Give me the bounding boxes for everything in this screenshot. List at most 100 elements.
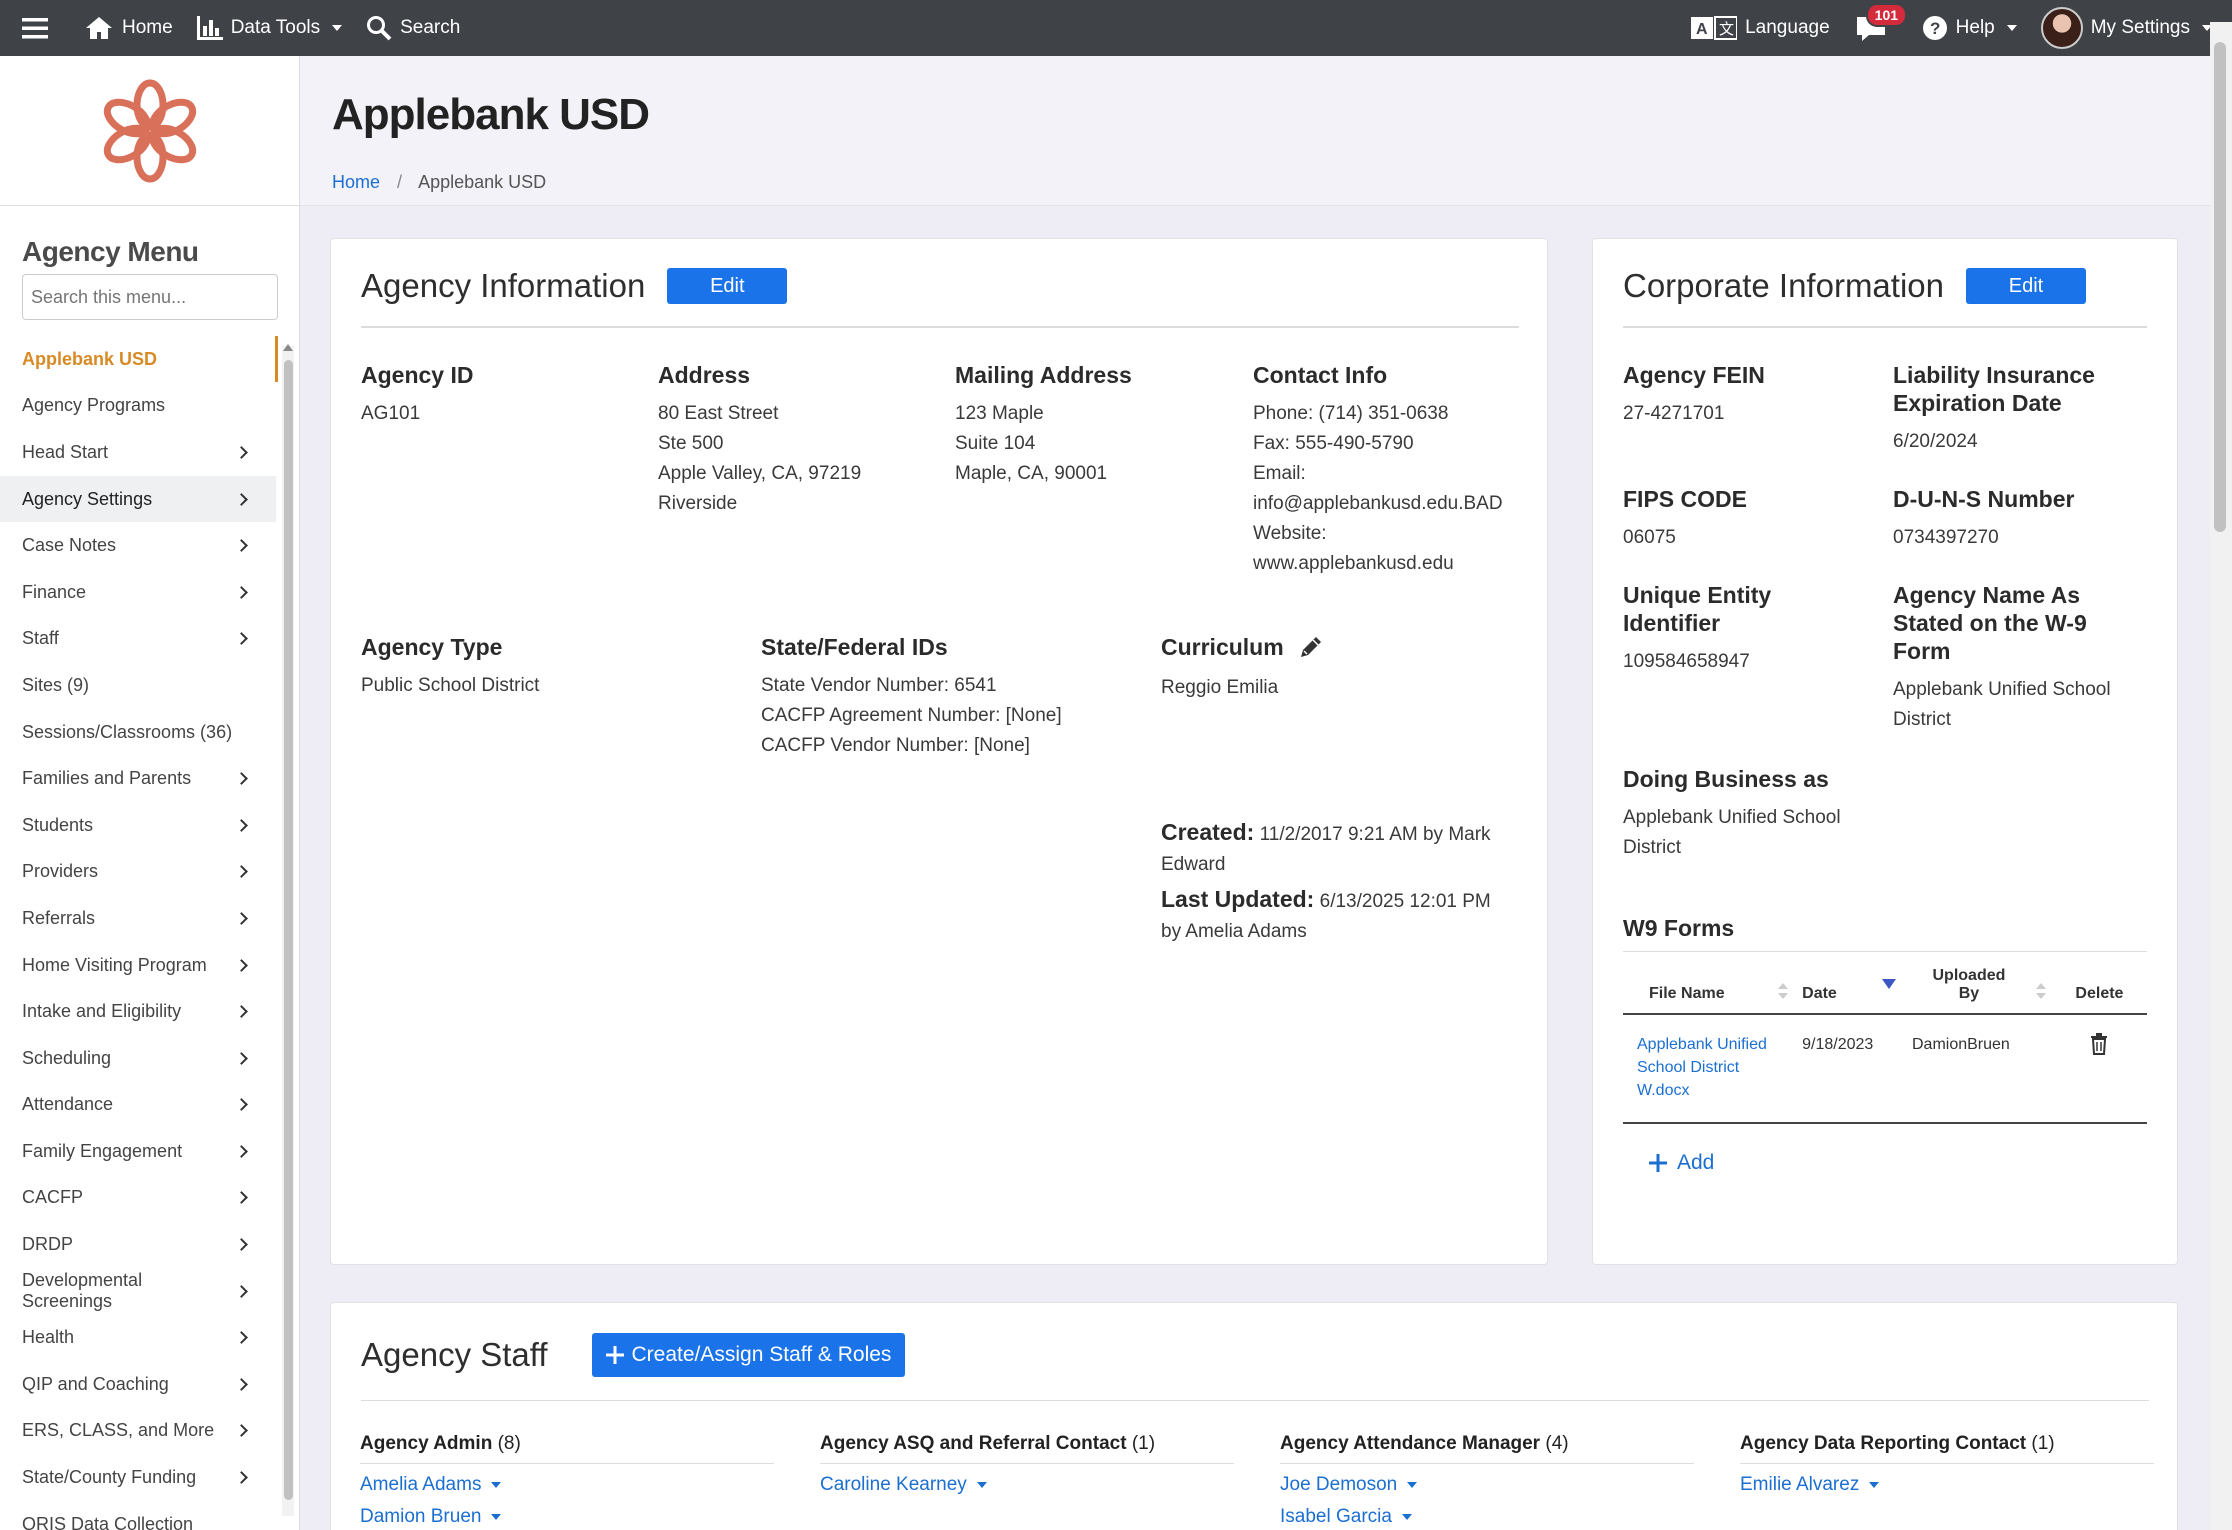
menu-search-input[interactable] bbox=[22, 274, 278, 320]
cacfp-vendor-number: CACFP Vendor Number: [None] bbox=[761, 735, 1030, 756]
sidebar-item-attendance[interactable]: Attendance bbox=[0, 1082, 276, 1129]
sidebar-item-ers-class-and-more[interactable]: ERS, CLASS, and More bbox=[0, 1408, 276, 1455]
created-label: Created: bbox=[1161, 819, 1255, 845]
sidebar-item-state-county-funding[interactable]: State/County Funding bbox=[0, 1454, 276, 1501]
language-label: Language bbox=[1745, 17, 1830, 38]
sidebar-item-applebank-usd[interactable]: Applebank USD bbox=[0, 336, 278, 383]
sidebar-item-label: Sessions/Classrooms (36) bbox=[22, 721, 233, 742]
created-value-cont: Edward bbox=[1161, 854, 1226, 875]
curriculum-value: Reggio Emilia bbox=[1161, 677, 1279, 698]
agency-type-value: Public School District bbox=[361, 675, 540, 696]
sort-desc-icon bbox=[1882, 979, 1896, 989]
sidebar-item-cacfp[interactable]: CACFP bbox=[0, 1175, 276, 1222]
sidebar-item-home-visiting-program[interactable]: Home Visiting Program bbox=[0, 942, 276, 989]
staff-person-dropdown[interactable]: Isabel Garcia bbox=[1280, 1506, 1694, 1528]
sidebar-item-intake-and-eligibility[interactable]: Intake and Eligibility bbox=[0, 988, 276, 1035]
help-dropdown[interactable]: ? Help bbox=[1910, 0, 2029, 56]
translate-icon: A文 bbox=[1691, 16, 1738, 40]
w9-agency-name-value-cont: District bbox=[1893, 709, 1952, 730]
hamburger-menu-button[interactable] bbox=[0, 0, 72, 56]
mailing-address-link[interactable]: 123 Maple bbox=[955, 399, 1132, 429]
data-tools-label: Data Tools bbox=[230, 17, 321, 38]
sidebar-item-agency-settings[interactable]: Agency Settings bbox=[0, 475, 276, 523]
notifications-button[interactable]: 101 bbox=[1842, 0, 1910, 56]
chevron-down-icon bbox=[491, 1482, 502, 1488]
language-button[interactable]: A文 Language bbox=[1679, 0, 1842, 56]
corporate-information-header: Corporate Information Edit bbox=[1623, 267, 2086, 305]
sidebar-item-label: QRIS Data Collection bbox=[22, 1513, 194, 1530]
audit-info: Created: 11/2/2017 9:21 AM by Mark Edwar… bbox=[1161, 817, 1531, 947]
plus-icon bbox=[1649, 1154, 1667, 1172]
sidebar-item-family-engagement[interactable]: Family Engagement bbox=[0, 1128, 276, 1175]
sidebar-item-qip-and-coaching[interactable]: QIP and Coaching bbox=[0, 1361, 276, 1408]
sidebar-item-families-and-parents[interactable]: Families and Parents bbox=[0, 755, 276, 802]
address-link[interactable]: 80 East Street bbox=[658, 399, 861, 429]
sidebar-item-providers[interactable]: Providers bbox=[0, 849, 276, 896]
staff-role-column: Agency Admin (8) Amelia Adams Damion Bruen bbox=[360, 1433, 774, 1528]
chevron-right-icon bbox=[235, 1051, 248, 1065]
chevron-right-icon bbox=[235, 1284, 248, 1298]
staff-person-dropdown[interactable]: Damion Bruen bbox=[360, 1506, 774, 1528]
sidebar-item-label: Agency Programs bbox=[22, 395, 166, 416]
column-header-file-name[interactable]: File Name bbox=[1623, 961, 1795, 1015]
column-header-uploaded-by[interactable]: Uploaded By bbox=[1904, 961, 2052, 1015]
column-header-date[interactable]: Date bbox=[1794, 961, 1904, 1015]
sidebar-item-health[interactable]: Health bbox=[0, 1314, 276, 1361]
delete-button[interactable] bbox=[2051, 1014, 2147, 1124]
sidebar-item-sessions-classrooms-36[interactable]: Sessions/Classrooms (36) bbox=[0, 709, 276, 756]
staff-role-column: Agency Data Reporting Contact (1) Emilie … bbox=[1740, 1433, 2154, 1496]
fax-value: Fax: 555-490-5790 bbox=[1253, 433, 1414, 454]
main-scrollbar[interactable] bbox=[2210, 22, 2232, 1530]
menu-list: Applebank USD Agency Programs Head Start Ag… bbox=[0, 336, 278, 1530]
sidebar-item-finance[interactable]: Finance bbox=[0, 569, 276, 616]
staff-person-dropdown[interactable]: Amelia Adams bbox=[360, 1474, 774, 1496]
sidebar-scrollbar[interactable] bbox=[282, 344, 294, 1516]
sidebar-item-students[interactable]: Students bbox=[0, 802, 276, 849]
corporate-information-edit-button[interactable]: Edit bbox=[1966, 268, 2086, 304]
breadcrumb-home-link[interactable]: Home bbox=[332, 172, 380, 192]
chevron-down-icon bbox=[491, 1514, 502, 1520]
sidebar-item-drdp[interactable]: DRDP bbox=[0, 1221, 276, 1268]
chevron-down-icon bbox=[1401, 1514, 1412, 1520]
sidebar-item-agency-programs[interactable]: Agency Programs bbox=[0, 383, 276, 430]
sidebar-item-staff[interactable]: Staff bbox=[0, 616, 276, 663]
sidebar-item-label: Head Start bbox=[22, 441, 109, 462]
staff-role-title: Agency Admin (8) bbox=[360, 1433, 774, 1464]
sort-icon bbox=[1778, 983, 1789, 999]
staff-role-title: Agency Attendance Manager (4) bbox=[1280, 1433, 1694, 1464]
main-scroll-thumb[interactable] bbox=[2214, 42, 2226, 532]
staff-person-dropdown[interactable]: Joe Demoson bbox=[1280, 1474, 1694, 1496]
add-w9-button[interactable]: Add bbox=[1649, 1151, 1714, 1175]
pencil-icon[interactable] bbox=[1298, 634, 1324, 660]
search-link[interactable]: Search bbox=[354, 0, 472, 56]
scroll-up-arrow-icon[interactable] bbox=[283, 344, 293, 351]
w9-agency-name-label: Agency Name As bbox=[1893, 582, 2081, 608]
agency-menu-title: Agency Menu bbox=[22, 236, 199, 267]
sidebar-item-developmental-screenings[interactable]: Developmental Screenings bbox=[0, 1268, 276, 1315]
staff-person-dropdown[interactable]: Caroline Kearney bbox=[820, 1474, 1234, 1496]
staff-person-name: Caroline Kearney bbox=[820, 1474, 967, 1495]
sidebar-item-case-notes[interactable]: Case Notes bbox=[0, 522, 276, 569]
my-settings-dropdown[interactable]: My Settings bbox=[2029, 0, 2212, 56]
w9-file-link[interactable]: Applebank Unified School District W.docx bbox=[1623, 1014, 1795, 1124]
sidebar-item-label: CACFP bbox=[22, 1187, 84, 1208]
agency-information-edit-button[interactable]: Edit bbox=[667, 268, 788, 304]
staff-person-dropdown[interactable]: Emilie Alvarez bbox=[1740, 1474, 2154, 1496]
home-link[interactable]: Home bbox=[72, 0, 185, 56]
divider bbox=[361, 326, 1519, 328]
create-assign-staff-button[interactable]: Create/Assign Staff & Roles bbox=[591, 1333, 906, 1377]
agency-information-title: Agency Information bbox=[361, 267, 646, 304]
sidebar-item-label: Families and Parents bbox=[22, 768, 192, 789]
duns-number-label: D-U-N-S Number bbox=[1893, 486, 2075, 512]
sidebar-item-scheduling[interactable]: Scheduling bbox=[0, 1035, 276, 1082]
data-tools-dropdown[interactable]: Data Tools bbox=[185, 0, 354, 56]
notification-count-badge: 101 bbox=[1865, 3, 1908, 27]
address-line: Apple Valley, CA, 97219 bbox=[658, 463, 862, 484]
sidebar-item-label: Intake and Eligibility bbox=[22, 1001, 182, 1022]
sidebar-scroll-thumb[interactable] bbox=[284, 360, 293, 1500]
sidebar-item-sites-9[interactable]: Sites (9) bbox=[0, 662, 276, 709]
sidebar-item-referrals[interactable]: Referrals bbox=[0, 895, 276, 942]
sidebar-item-head-start[interactable]: Head Start bbox=[0, 429, 276, 476]
home-label: Home bbox=[122, 17, 173, 38]
sidebar-item-qris-data-collection[interactable]: QRIS Data Collection bbox=[0, 1501, 276, 1530]
